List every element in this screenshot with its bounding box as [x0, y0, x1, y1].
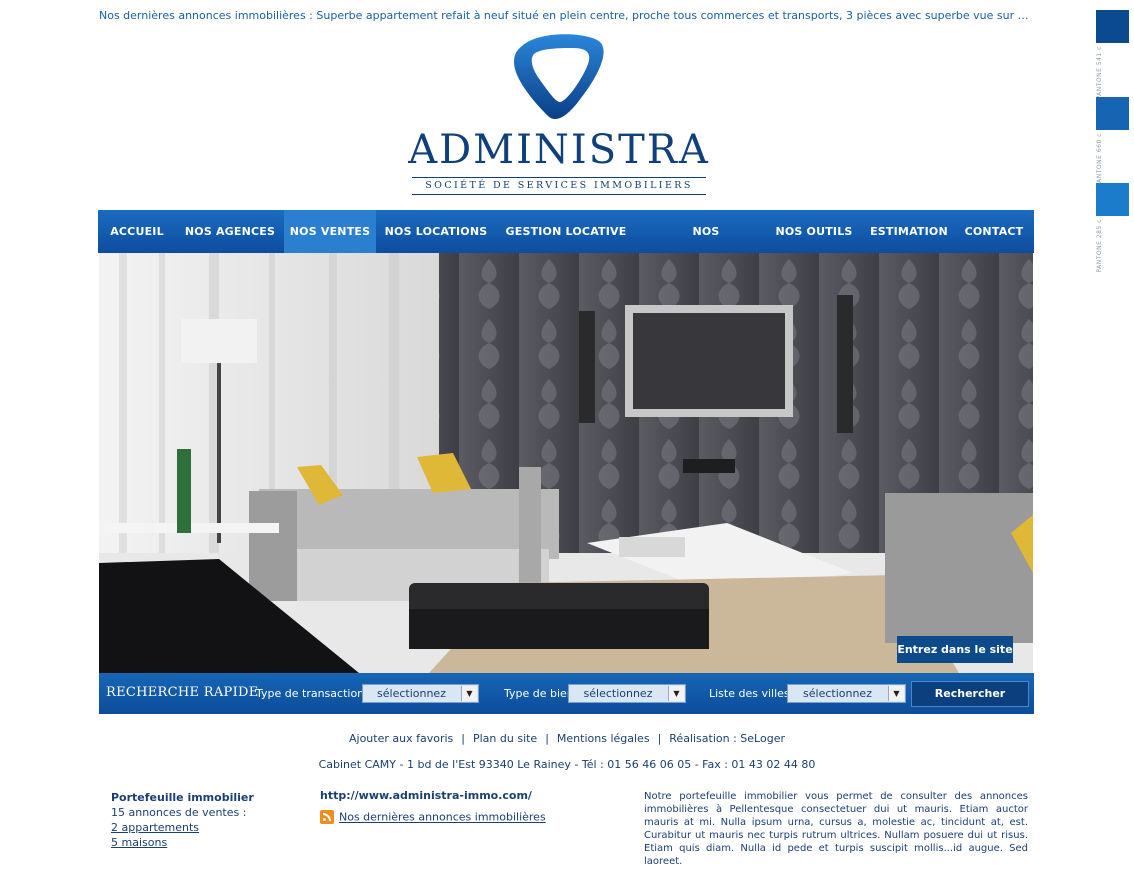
administra-logo[interactable]: ADMINISTRA SOCIÉTÉ DE SERVICES IMMOBILIE… — [404, 32, 714, 202]
rss-icon — [320, 810, 334, 824]
city-list-label: Liste des villes — [709, 687, 790, 700]
nav-item-estimation[interactable]: ESTIMATION — [864, 210, 954, 253]
nav-item-nos-ventes[interactable]: NOS VENTES — [284, 210, 376, 253]
footer-separator: | — [461, 732, 465, 745]
footer-separator: | — [657, 732, 662, 745]
nav-item-contact[interactable]: CONTACT — [960, 210, 1028, 253]
agency-address: Cabinet CAMY - 1 bd de l'Est 93340 Le Ra… — [318, 758, 816, 771]
footer-link-mentions-legales[interactable]: Mentions légales — [557, 732, 650, 745]
property-type-value: sélectionnez — [583, 687, 653, 700]
footer-separator: | — [545, 732, 549, 745]
portfolio-description: Notre portefeuille immobilier vous perme… — [644, 791, 1028, 867]
swatch-541 — [1096, 10, 1129, 43]
nav-item-nos-exclusivites[interactable]: NOS EXCLUSIVITES — [646, 210, 766, 281]
nav-item-accueil[interactable]: ACCUEIL — [98, 210, 176, 253]
swatch-285-label: PANTONE 285 c — [1096, 219, 1103, 273]
latest-listings-ticker[interactable]: Nos dernières annonces immobilières : Su… — [99, 9, 1029, 22]
property-type-label: Type de bien — [504, 687, 574, 700]
logo-triangle-icon — [514, 34, 604, 120]
swatch-660 — [1096, 97, 1129, 130]
nav-item-nos-agences[interactable]: NOS AGENCES — [182, 210, 278, 253]
nav-item-nos-locations[interactable]: NOS LOCATIONS — [382, 210, 490, 253]
chevron-down-icon: ▼ — [668, 686, 684, 701]
property-type-select[interactable]: sélectionnez ▼ — [568, 684, 686, 703]
city-list-select[interactable]: sélectionnez ▼ — [787, 684, 906, 703]
portfolio-summary: Portefeuille immobilier 15 annonces de v… — [111, 790, 301, 850]
portfolio-link-maisons[interactable]: 5 maisons — [111, 835, 167, 850]
nav-item-nos-outils[interactable]: NOS OUTILS — [774, 210, 854, 253]
footer-link-realisation[interactable]: Réalisation : SeLoger — [669, 732, 785, 745]
transaction-type-select[interactable]: sélectionnez ▼ — [362, 684, 479, 703]
search-button[interactable]: Rechercher — [911, 681, 1029, 707]
logo-rule-top — [412, 177, 706, 178]
enter-site-button[interactable]: Entrez dans le site — [897, 636, 1013, 663]
portfolio-count: 15 annonces de ventes : — [111, 806, 247, 819]
site-url[interactable]: http://www.administra-immo.com/ — [320, 789, 532, 802]
chevron-down-icon: ▼ — [888, 686, 904, 701]
brand-name: ADMINISTRA — [408, 127, 710, 173]
logo-rule-bottom — [412, 194, 706, 195]
transaction-type-label: Type de transaction — [256, 687, 365, 700]
quick-search-bar: RECHERCHE RAPIDE Type de transaction sél… — [99, 673, 1034, 714]
transaction-type-value: sélectionnez — [377, 687, 446, 700]
swatch-660-label: PANTONE 660 c — [1096, 133, 1103, 187]
city-list-value: sélectionnez — [803, 687, 872, 700]
portfolio-link-appartements[interactable]: 2 appartements — [111, 820, 199, 835]
main-nav: ACCUEIL NOS AGENCES NOS VENTES NOS LOCAT… — [98, 210, 1034, 281]
footer-link-plan-du-site[interactable]: Plan du site — [473, 732, 537, 745]
hero-image — [99, 253, 1033, 673]
footer-link-favoris[interactable]: Ajouter aux favoris — [349, 732, 453, 745]
chevron-down-icon: ▼ — [461, 686, 477, 701]
swatch-541-label: PANTONE 541 c — [1096, 46, 1103, 100]
rss-feed-row[interactable]: Nos dernières annonces immobilières — [320, 810, 546, 824]
portfolio-title: Portefeuille immobilier — [111, 791, 254, 804]
rss-feed-link[interactable]: Nos dernières annonces immobilières — [339, 811, 546, 824]
swatch-285 — [1096, 183, 1129, 216]
quick-search-title: RECHERCHE RAPIDE — [106, 685, 259, 700]
nav-item-gestion-locative[interactable]: GESTION LOCATIVE — [496, 210, 636, 253]
footer-links: Ajouter aux favoris | Plan du site | Mention… — [0, 732, 1134, 745]
brand-tagline: SOCIÉTÉ DE SERVICES IMMOBILIERS — [425, 180, 693, 191]
living-room-illustration — [99, 253, 1033, 673]
